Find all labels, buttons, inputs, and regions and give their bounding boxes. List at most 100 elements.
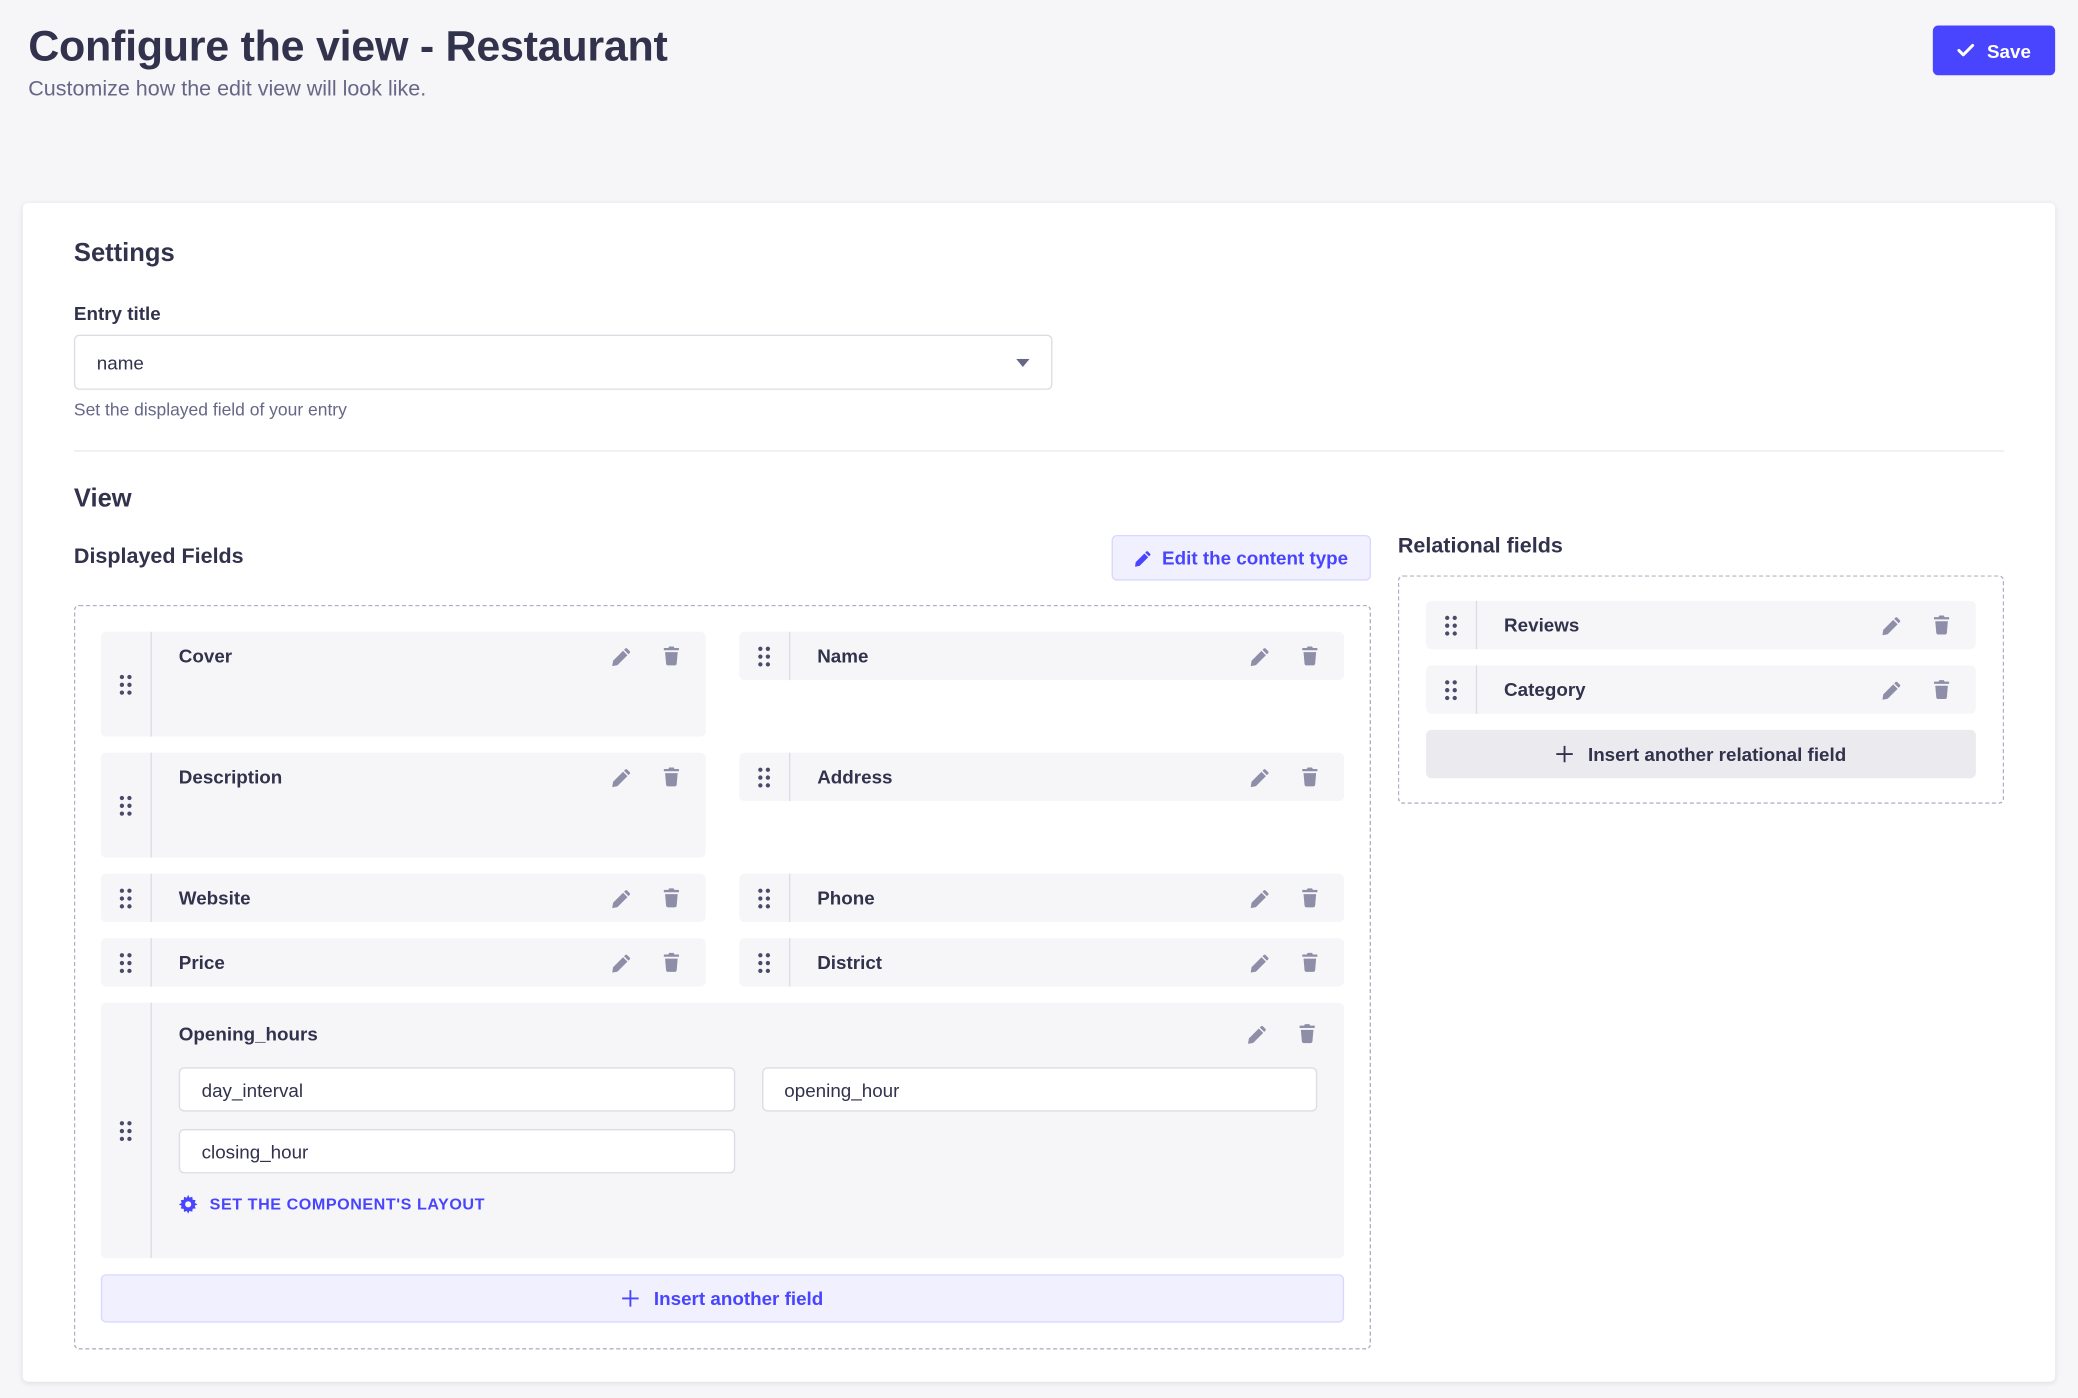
edit-content-type-label: Edit the content type: [1162, 547, 1348, 569]
field-card-district: District: [739, 938, 1344, 986]
delete-field-button[interactable]: [1300, 887, 1320, 909]
set-component-layout-button[interactable]: SET THE COMPONENT'S LAYOUT: [179, 1195, 1317, 1214]
page-subtitle: Customize how the edit view will look li…: [28, 78, 2050, 102]
configure-view-page: Configure the view - Restaurant Customiz…: [0, 0, 2078, 1398]
field-card-description: Description: [101, 753, 706, 858]
delete-field-button[interactable]: [1300, 645, 1320, 667]
edit-field-button[interactable]: [1250, 767, 1270, 787]
pencil-icon: [1250, 952, 1270, 972]
drag-handle-dots-icon: [1444, 614, 1459, 637]
field-card-cover: Cover: [101, 632, 706, 737]
edit-field-button[interactable]: [1250, 646, 1270, 666]
edit-field-button[interactable]: [612, 767, 632, 787]
drag-handle-dots-icon: [118, 673, 133, 696]
edit-content-type-button[interactable]: Edit the content type: [1111, 535, 1371, 581]
pencil-icon: [1250, 646, 1270, 666]
drag-handle[interactable]: [739, 753, 790, 801]
field-label: Address: [817, 766, 1250, 788]
drag-handle-dots-icon: [757, 886, 772, 909]
insert-another-relational-field-label: Insert another relational field: [1588, 743, 1846, 765]
drag-handle[interactable]: [739, 874, 790, 922]
caret-down-icon: [1016, 358, 1029, 366]
check-icon: [1957, 43, 1974, 58]
edit-field-button[interactable]: [612, 888, 632, 908]
drag-handle-dots-icon: [757, 951, 772, 974]
delete-field-button[interactable]: [661, 952, 681, 974]
entry-title-select-value: name: [97, 351, 1016, 373]
pencil-icon: [1882, 679, 1902, 699]
entry-title-hint: Set the displayed field of your entry: [74, 399, 2004, 419]
pencil-icon: [1134, 549, 1151, 566]
trash-icon: [1300, 887, 1320, 909]
relational-field-label: Category: [1504, 679, 1882, 701]
drag-handle[interactable]: [101, 753, 152, 858]
drag-handle-dots-icon: [118, 1119, 133, 1142]
edit-field-button[interactable]: [612, 952, 632, 972]
drag-handle[interactable]: [1426, 601, 1477, 649]
relational-card-reviews: Reviews: [1426, 601, 1976, 649]
subfield-label: closing_hour: [202, 1140, 309, 1162]
save-button[interactable]: Save: [1933, 26, 2055, 76]
relational-fields-dropzone: Reviews Category: [1398, 575, 2004, 803]
field-card-price: Price: [101, 938, 706, 986]
trash-icon: [1300, 766, 1320, 788]
delete-field-button[interactable]: [1297, 1023, 1317, 1045]
gear-icon: [179, 1195, 198, 1214]
drag-handle-dots-icon: [118, 951, 133, 974]
trash-icon: [1931, 614, 1951, 636]
trash-icon: [1300, 645, 1320, 667]
drag-handle-dots-icon: [118, 886, 133, 909]
insert-another-field-button[interactable]: Insert another field: [101, 1274, 1344, 1322]
delete-field-button[interactable]: [1931, 679, 1951, 701]
drag-handle[interactable]: [101, 938, 152, 986]
plus-icon: [622, 1289, 641, 1308]
field-label: District: [817, 952, 1250, 974]
configuration-card: Settings Entry title name Set the displa…: [23, 203, 2055, 1382]
component-subfield-opening-hour[interactable]: opening_hour: [761, 1067, 1317, 1111]
drag-handle[interactable]: [739, 632, 790, 680]
pencil-icon: [612, 952, 632, 972]
plus-icon: [1556, 745, 1575, 764]
delete-field-button[interactable]: [1300, 766, 1320, 788]
save-button-label: Save: [1987, 40, 2031, 62]
delete-field-button[interactable]: [661, 766, 681, 788]
field-label: Phone: [817, 887, 1250, 909]
drag-handle[interactable]: [101, 1003, 152, 1258]
trash-icon: [661, 766, 681, 788]
drag-handle-dots-icon: [1444, 678, 1459, 701]
section-divider: [74, 450, 2004, 451]
edit-field-button[interactable]: [612, 646, 632, 666]
component-subfield-closing-hour[interactable]: closing_hour: [179, 1129, 735, 1173]
pencil-icon: [1250, 888, 1270, 908]
drag-handle[interactable]: [101, 874, 152, 922]
edit-field-button[interactable]: [1250, 952, 1270, 972]
drag-handle[interactable]: [1426, 665, 1477, 713]
field-label: Name: [817, 645, 1250, 667]
drag-handle[interactable]: [101, 632, 152, 737]
view-section-title: View: [74, 485, 2004, 515]
edit-field-button[interactable]: [1247, 1024, 1267, 1044]
field-label: Description: [179, 766, 612, 788]
trash-icon: [661, 645, 681, 667]
drag-handle-dots-icon: [757, 645, 772, 668]
trash-icon: [1297, 1023, 1317, 1045]
delete-field-button[interactable]: [1300, 952, 1320, 974]
relational-fields-title: Relational fields: [1398, 535, 2004, 559]
drag-handle[interactable]: [739, 938, 790, 986]
delete-field-button[interactable]: [1931, 614, 1951, 636]
entry-title-block: Entry title name Set the displayed field…: [74, 302, 2004, 419]
edit-field-button[interactable]: [1250, 888, 1270, 908]
trash-icon: [1300, 952, 1320, 974]
insert-another-relational-field-button[interactable]: Insert another relational field: [1426, 730, 1976, 778]
displayed-fields-dropzone: Cover Name: [74, 605, 1371, 1350]
field-card-name: Name: [739, 632, 1344, 680]
component-subfield-day-interval[interactable]: day_interval: [179, 1067, 735, 1111]
field-card-address: Address: [739, 753, 1344, 801]
edit-field-button[interactable]: [1882, 615, 1902, 635]
delete-field-button[interactable]: [661, 887, 681, 909]
edit-field-button[interactable]: [1882, 679, 1902, 699]
entry-title-select[interactable]: name: [74, 335, 1053, 390]
trash-icon: [661, 887, 681, 909]
delete-field-button[interactable]: [661, 645, 681, 667]
relational-card-category: Category: [1426, 665, 1976, 713]
